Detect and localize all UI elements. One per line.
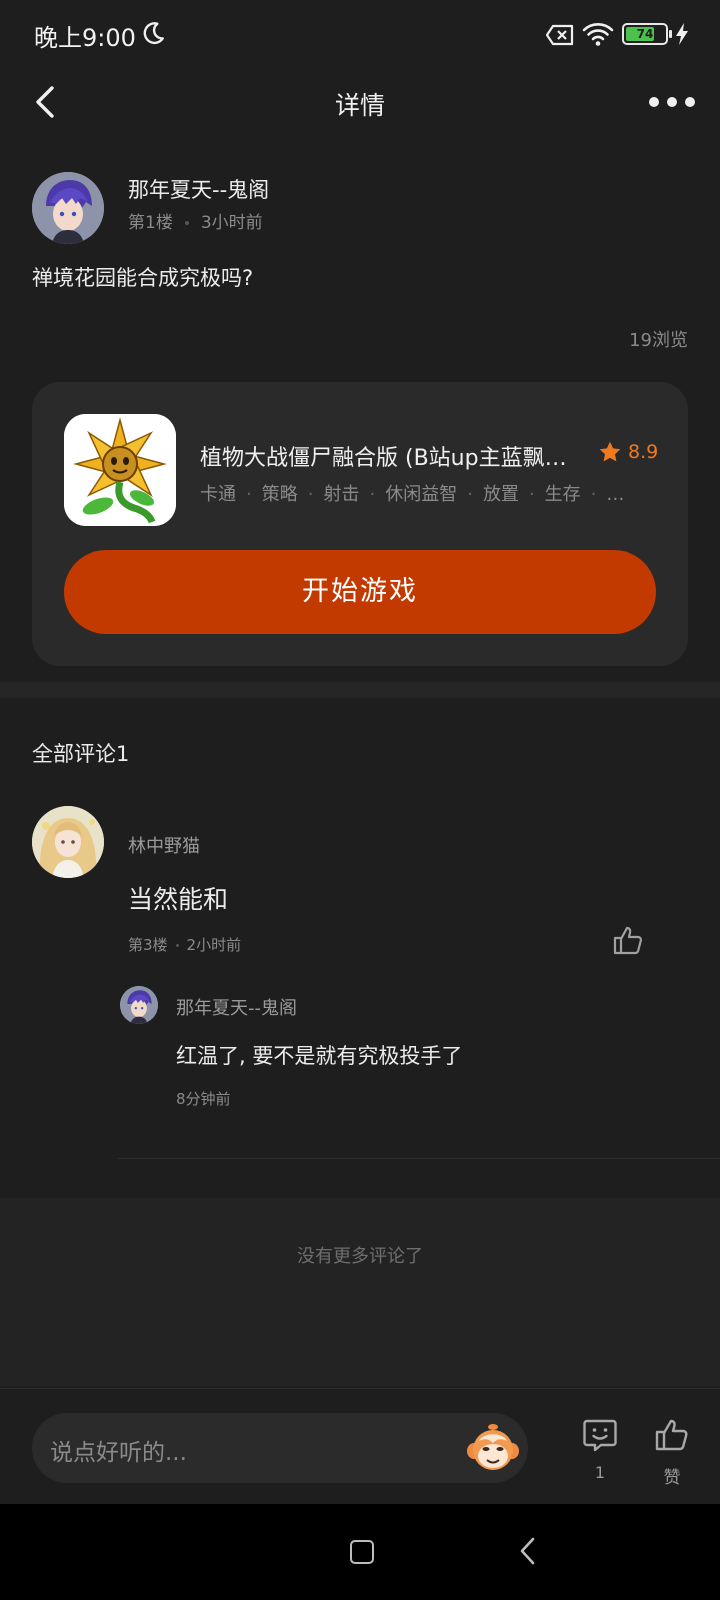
like-label: 赞 xyxy=(663,1468,681,1488)
game-card[interactable]: 植物大战僵尸融合版 (B站up主蓝飘… 8.9 卡通 · 策略 · 射击 · 休闲益智 · 放置… xyxy=(32,382,688,666)
game-tag[interactable]: 射击 xyxy=(323,484,359,505)
comment-content: 当然能和 xyxy=(128,885,229,914)
game-tag[interactable]: 卡通 xyxy=(200,484,236,505)
comment-input-placeholder: 说点好听的... xyxy=(50,1440,187,1466)
post-time: 3小时前 xyxy=(200,213,263,233)
screen: 晚上9:00 74 详情 那年夏天--鬼阁 第1楼 3小时前 禅境花园能合成究极… xyxy=(0,0,720,1600)
tag-separator: · xyxy=(590,484,597,505)
game-tag[interactable]: … xyxy=(606,484,624,505)
no-sim-icon xyxy=(546,24,574,46)
tag-separator: · xyxy=(369,484,376,505)
game-app-icon[interactable] xyxy=(64,414,176,526)
system-nav-bar xyxy=(0,1504,720,1600)
comment-floor: 第3楼 xyxy=(128,936,168,954)
moon-icon xyxy=(143,22,164,45)
wifi-icon xyxy=(582,23,614,46)
reply-author-avatar[interactable] xyxy=(120,986,158,1024)
comments-footer xyxy=(0,1198,720,1386)
status-time: 晚上9:00 xyxy=(34,24,136,52)
reply-count: 1 xyxy=(594,1463,606,1482)
comment-input[interactable]: 说点好听的... xyxy=(32,1413,528,1483)
meta-separator xyxy=(184,221,189,225)
thread-divider xyxy=(118,1158,720,1159)
post-author-avatar[interactable] xyxy=(32,172,104,244)
more-options-button[interactable] xyxy=(648,86,696,118)
battery-level: 74 xyxy=(636,27,654,41)
battery-cap xyxy=(669,30,672,38)
no-more-comments: 没有更多评论了 xyxy=(297,1246,423,1267)
comment-meta: 第3楼 2小时前 xyxy=(128,934,241,955)
reply-content: 红温了, 要不是就有究极投手了 xyxy=(176,1044,463,1068)
rating-value: 8.9 xyxy=(628,441,659,463)
game-rating: 8.9 xyxy=(598,440,658,464)
comment-time: 2小时前 xyxy=(186,936,242,954)
tag-separator: · xyxy=(528,484,535,505)
game-tag[interactable]: 生存 xyxy=(545,484,581,505)
game-tag[interactable]: 放置 xyxy=(483,484,519,505)
post-content: 禅境花园能合成究极吗? xyxy=(32,266,254,290)
tag-separator: · xyxy=(467,484,473,505)
battery-icon: 74 xyxy=(622,23,668,45)
thumbs-up-icon[interactable] xyxy=(654,1417,690,1453)
commenter-avatar[interactable] xyxy=(32,806,104,878)
avatar-image xyxy=(120,986,158,1024)
monkey-emoji-icon[interactable] xyxy=(466,1423,520,1473)
game-tag[interactable]: 策略 xyxy=(262,484,298,505)
meta-separator xyxy=(175,944,179,947)
section-divider xyxy=(0,682,720,698)
comment-smile-icon[interactable] xyxy=(582,1417,618,1453)
system-back-button[interactable] xyxy=(518,1536,538,1566)
avatar-image xyxy=(32,806,104,878)
tag-separator: · xyxy=(246,484,252,505)
reply-time: 8分钟前 xyxy=(176,1090,231,1108)
post-meta: 第1楼 3小时前 xyxy=(128,208,263,233)
game-title[interactable]: 植物大战僵尸融合版 (B站up主蓝飘… xyxy=(200,440,580,472)
sunflower-plant-image xyxy=(64,414,176,526)
tag-separator: · xyxy=(307,484,314,505)
bottom-input-bar: 说点好听的... 1 赞 xyxy=(0,1388,720,1504)
status-bar: 晚上9:00 74 xyxy=(0,0,720,70)
reply-author-name[interactable]: 那年夏天--鬼阁 xyxy=(176,994,297,1020)
post-floor: 第1楼 xyxy=(128,213,173,233)
home-button[interactable] xyxy=(350,1540,374,1564)
start-game-button[interactable]: 开始游戏 xyxy=(64,550,656,634)
commenter-name[interactable]: 林中野猫 xyxy=(128,832,200,858)
charging-bolt-icon xyxy=(676,23,688,45)
post-author-name[interactable]: 那年夏天--鬼阁 xyxy=(128,174,269,204)
page-title: 详情 xyxy=(334,91,385,120)
comments-section-title: 全部评论1 xyxy=(32,742,130,766)
game-tags: 卡通 · 策略 · 射击 · 休闲益智 · 放置 · 生存 · … xyxy=(200,480,640,506)
game-tag[interactable]: 休闲益智 xyxy=(385,484,457,505)
header: 详情 xyxy=(0,70,720,136)
post-views: 19浏览 xyxy=(629,330,688,351)
comment-like-button[interactable] xyxy=(612,924,644,956)
star-icon xyxy=(599,441,621,462)
avatar-image xyxy=(32,172,104,244)
